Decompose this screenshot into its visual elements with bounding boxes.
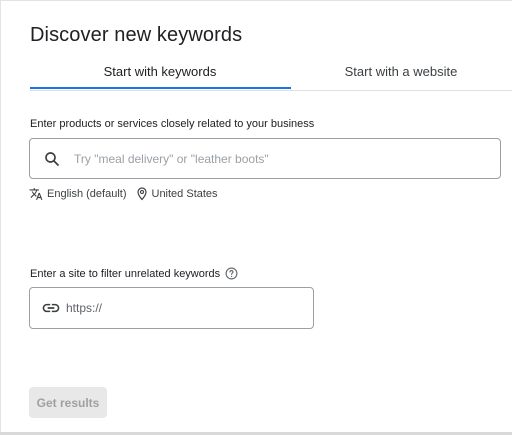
language-label: English (default) (47, 188, 127, 200)
site-filter-box[interactable] (29, 287, 314, 329)
tab-start-with-website[interactable]: Start with a website (290, 54, 512, 89)
site-filter-label: Enter a site to filter unrelated keyword… (30, 267, 221, 280)
location-selector[interactable]: United States (136, 187, 218, 201)
link-icon (41, 301, 61, 315)
products-search-box[interactable] (29, 138, 501, 179)
location-label: United States (151, 188, 218, 200)
search-icon (43, 150, 61, 168)
active-tab-indicator (30, 87, 291, 89)
page-title: Discover new keywords (30, 24, 243, 46)
site-url-input[interactable] (66, 298, 301, 318)
help-circle-icon[interactable] (225, 267, 238, 280)
site-filter-label-row: Enter a site to filter unrelated keyword… (30, 267, 238, 280)
tab-bar: Start with keywords Start with a website (30, 54, 512, 91)
get-results-button[interactable]: Get results (29, 387, 107, 418)
location-pin-icon (136, 187, 147, 201)
targeting-settings: English (default) United States (29, 186, 218, 202)
language-selector[interactable]: English (default) (29, 187, 127, 201)
tab-start-with-keywords[interactable]: Start with keywords (30, 54, 290, 89)
translate-icon (29, 188, 43, 200)
products-search-input[interactable] (74, 148, 484, 170)
products-field-label: Enter products or services closely relat… (30, 118, 315, 130)
